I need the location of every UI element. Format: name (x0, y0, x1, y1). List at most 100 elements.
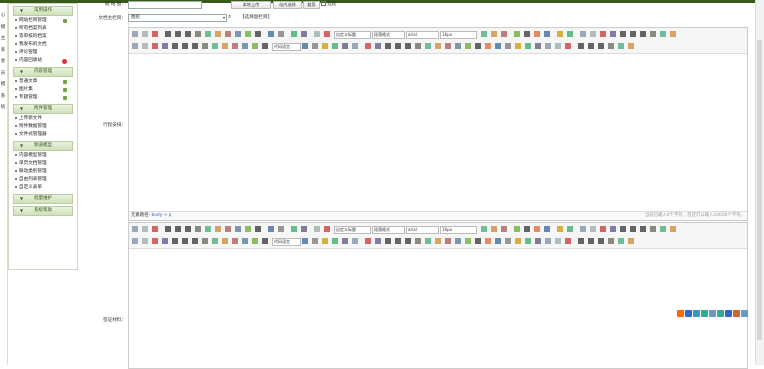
sidebar-item[interactable]: 所有档案列表 (9, 25, 77, 33)
toolbar-icon[interactable] (172, 43, 178, 49)
sidebar-item[interactable]: 联动类别管理 (9, 168, 77, 176)
site-select-button[interactable]: 站内选择 (273, 1, 302, 9)
toolbar-icon[interactable] (515, 43, 521, 49)
toolbar-select[interactable]: 16px (440, 30, 477, 39)
toolbar-icon[interactable] (352, 238, 358, 244)
sidebar-item[interactable]: 自定义表单 (9, 184, 77, 192)
sidebar-item[interactable]: 附件数据管理 (9, 123, 77, 131)
toolbar-icon[interactable] (192, 43, 198, 49)
toolbar-icon[interactable] (650, 226, 656, 232)
toolbar-icon[interactable] (395, 43, 401, 49)
toolbar-icon[interactable] (495, 238, 501, 244)
sidebar-item[interactable]: 内容模型管理 (9, 152, 77, 160)
toolbar-icon[interactable] (590, 31, 596, 37)
toolbar-icon[interactable] (232, 238, 238, 244)
toolbar-select[interactable]: 段落格式 (372, 225, 405, 234)
toolbar-icon[interactable] (314, 226, 320, 232)
toolbar-icon[interactable] (608, 43, 614, 49)
toolbar-icon[interactable] (215, 226, 221, 232)
element-path-value[interactable]: body > p (151, 213, 171, 218)
toolbar-icon[interactable] (142, 226, 148, 232)
toolbar-icon[interactable] (565, 43, 571, 49)
toolbar-icon[interactable] (660, 31, 666, 37)
toolbar-icon[interactable] (525, 238, 531, 244)
module-tab-3[interactable]: 系 (0, 48, 6, 54)
toolbar-icon[interactable] (455, 43, 461, 49)
floating-tool-icon[interactable] (709, 310, 716, 317)
toolbar-icon[interactable] (291, 31, 297, 37)
toolbar-select[interactable]: 段落格式 (372, 30, 405, 39)
toolbar-icon[interactable] (505, 43, 511, 49)
toolbar-icon[interactable] (501, 31, 507, 37)
toolbar-icon[interactable] (132, 43, 138, 49)
floating-tool-icon[interactable] (701, 310, 708, 317)
toolbar-icon[interactable] (182, 238, 188, 244)
toolbar-icon[interactable] (152, 226, 158, 232)
toolbar-icon[interactable] (598, 43, 604, 49)
toolbar-icon[interactable] (578, 43, 584, 49)
sidebar-section-header[interactable]: ▼ 批量维护 (13, 194, 73, 204)
toolbar-icon[interactable] (534, 226, 540, 232)
toolbar-icon[interactable] (225, 31, 231, 37)
toolbar-icon[interactable] (610, 31, 616, 37)
sidebar-item[interactable]: 单页文档管理 (9, 160, 77, 168)
toolbar-icon[interactable] (545, 238, 551, 244)
toolbar-icon[interactable] (491, 31, 497, 37)
toolbar-icon[interactable] (182, 43, 188, 49)
toolbar-icon[interactable] (314, 31, 320, 37)
toolbar-icon[interactable] (375, 238, 381, 244)
toolbar-icon[interactable] (514, 31, 520, 37)
toolbar-select[interactable]: 代码语言 (272, 237, 301, 246)
toolbar-icon[interactable] (185, 226, 191, 232)
visa-editor[interactable]: 自定义标题 段落格式 arial 16px 代码语言 (128, 222, 748, 369)
toolbar-icon[interactable] (501, 226, 507, 232)
sidebar-item[interactable]: 专题管理 (9, 94, 77, 102)
toolbar-icon[interactable] (578, 238, 584, 244)
toolbar-icon[interactable] (640, 31, 646, 37)
toolbar-icon[interactable] (342, 238, 348, 244)
sidebar-item[interactable]: 网站栏目管理 (9, 17, 77, 25)
toolbar-icon[interactable] (640, 226, 646, 232)
toolbar-icon[interactable] (555, 238, 561, 244)
sidebar-item[interactable]: 普通文章 (9, 78, 77, 86)
toolbar-icon[interactable] (301, 31, 307, 37)
toolbar-icon[interactable] (152, 43, 158, 49)
toolbar-icon[interactable] (620, 31, 626, 37)
toolbar-icon[interactable] (278, 31, 284, 37)
toolbar-icon[interactable] (425, 43, 431, 49)
toolbar-icon[interactable] (524, 226, 530, 232)
toolbar-icon[interactable] (580, 31, 586, 37)
toolbar-icon[interactable] (588, 238, 594, 244)
module-tab-1[interactable]: 模 (0, 25, 6, 31)
toolbar-icon[interactable] (322, 238, 328, 244)
module-tab-8[interactable]: 统 (0, 105, 6, 111)
toolbar-icon[interactable] (242, 43, 248, 49)
toolbar-icon[interactable] (491, 226, 497, 232)
sidebar-item[interactable]: 上传新文件 (9, 115, 77, 123)
toolbar-icon[interactable] (557, 226, 563, 232)
toolbar-icon[interactable] (252, 43, 258, 49)
toolbar-icon[interactable] (435, 238, 441, 244)
toolbar-icon[interactable] (302, 238, 308, 244)
toolbar-icon[interactable] (132, 226, 138, 232)
toolbar-icon[interactable] (332, 238, 338, 244)
toolbar-icon[interactable] (322, 43, 328, 49)
toolbar-icon[interactable] (142, 31, 148, 37)
toolbar-icon[interactable] (600, 226, 606, 232)
toolbar-icon[interactable] (312, 238, 318, 244)
toolbar-icon[interactable] (475, 43, 481, 49)
toolbar-icon[interactable] (255, 226, 261, 232)
toolbar-icon[interactable] (365, 238, 371, 244)
toolbar-icon[interactable] (212, 43, 218, 49)
module-tab-6[interactable]: 模 (0, 82, 6, 88)
toolbar-icon[interactable] (481, 31, 487, 37)
floating-tool-icon[interactable] (725, 310, 732, 317)
remote-checkbox[interactable] (321, 1, 326, 6)
toolbar-icon[interactable] (222, 238, 228, 244)
toolbar-icon[interactable] (524, 31, 530, 37)
toolbar-icon[interactable] (192, 238, 198, 244)
toolbar-select[interactable]: 自定义标题 (334, 30, 371, 39)
toolbar-icon[interactable] (245, 31, 251, 37)
toolbar-icon[interactable] (324, 226, 330, 232)
scrollbar-thumb[interactable] (757, 40, 762, 340)
